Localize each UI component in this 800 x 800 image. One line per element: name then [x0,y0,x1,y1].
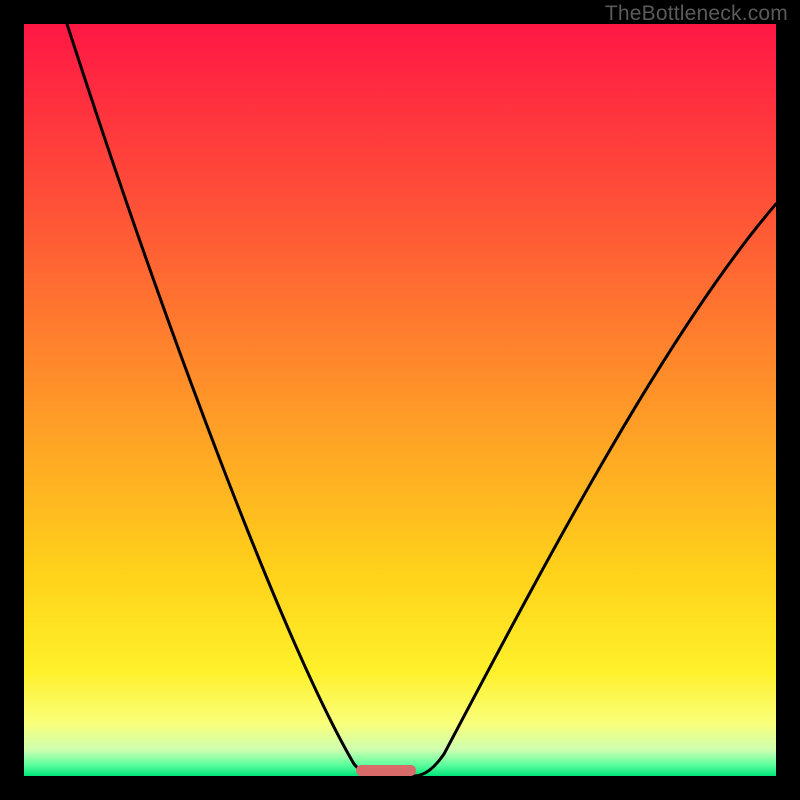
optimal-range-marker [356,765,416,776]
watermark-text: TheBottleneck.com [605,2,788,26]
curve-path [67,24,776,776]
chart-frame: TheBottleneck.com [0,0,800,800]
plot-area [24,24,776,776]
bottleneck-curve [24,24,776,776]
